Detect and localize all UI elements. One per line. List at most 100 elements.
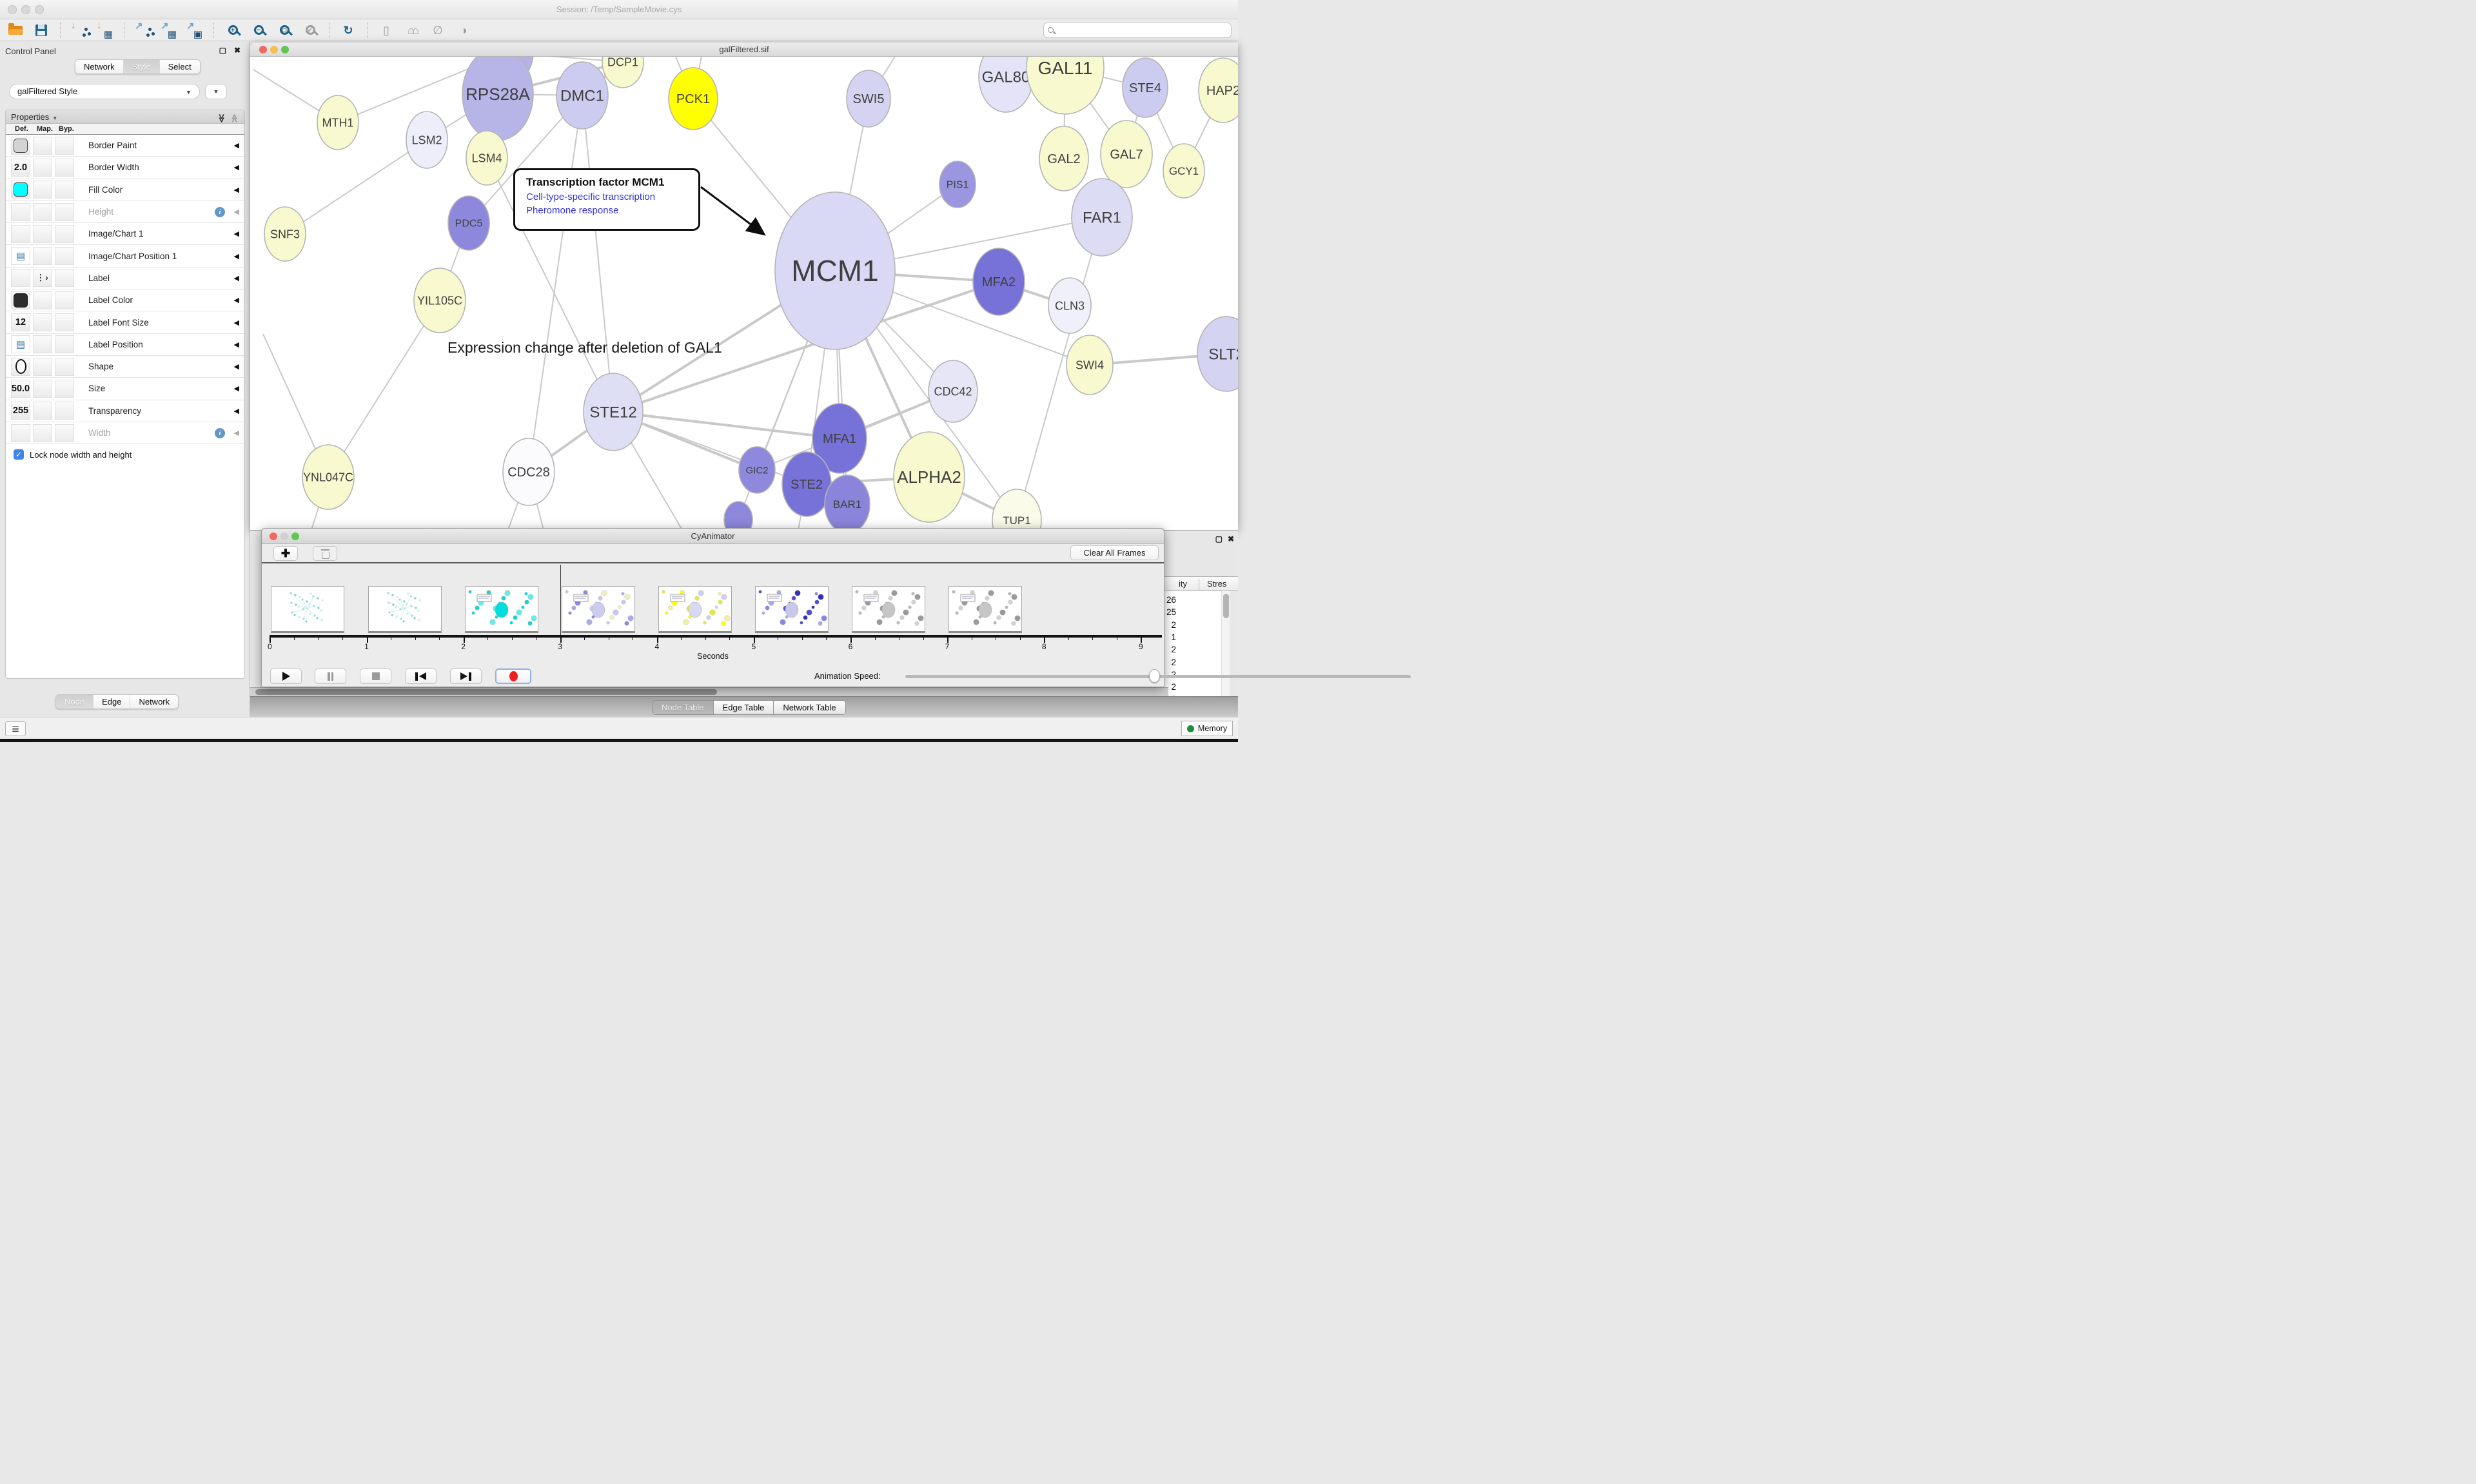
- tab-network-table[interactable]: Network Table: [774, 701, 845, 714]
- expand-row-icon[interactable]: ◀: [234, 429, 239, 437]
- table-body[interactable]: 26252122222: [1161, 591, 1228, 701]
- expand-row-icon[interactable]: ◀: [234, 274, 239, 282]
- table-vertical-scrollbar[interactable]: [1221, 591, 1230, 701]
- keyframe-thumbnail-6[interactable]: [852, 586, 925, 633]
- network-node-STE4[interactable]: STE4: [1123, 58, 1168, 117]
- network-node-CLN3[interactable]: CLN3: [1048, 278, 1091, 333]
- network-node-CDC28[interactable]: CDC28: [503, 438, 555, 505]
- go-to-start-button[interactable]: [405, 669, 437, 684]
- delete-keyframe-button[interactable]: [313, 546, 337, 561]
- expand-row-icon[interactable]: ◀: [234, 208, 239, 216]
- close-table-icon[interactable]: ✖: [1228, 534, 1234, 543]
- property-row-fill-color[interactable]: Fill Color◀: [6, 179, 244, 201]
- expand-row-icon[interactable]: ◀: [234, 407, 239, 415]
- network-node-MFA2[interactable]: MFA2: [973, 248, 1025, 315]
- tab-node[interactable]: Node: [56, 695, 93, 708]
- network-node-GAL2[interactable]: GAL2: [1039, 126, 1088, 191]
- style-selector[interactable]: galFiltered Style ▼: [9, 84, 200, 99]
- zoom-fit-icon[interactable]: ▢: [275, 21, 293, 39]
- tab-select[interactable]: Select: [160, 60, 200, 73]
- close-panel-icon[interactable]: ✖: [234, 46, 241, 55]
- search-input[interactable]: [1043, 23, 1232, 38]
- info-icon[interactable]: i: [215, 428, 225, 438]
- network-node-FAR1[interactable]: FAR1: [1072, 179, 1132, 256]
- window-minimize-icon[interactable]: [270, 46, 278, 54]
- style-options-button[interactable]: ▼: [205, 84, 227, 99]
- network-node-STE2[interactable]: STE2: [782, 452, 831, 516]
- timeline-track[interactable]: [270, 635, 1162, 638]
- default-value-swatch[interactable]: [11, 291, 30, 309]
- network-node-MCM1[interactable]: MCM1: [775, 192, 895, 349]
- property-row-width[interactable]: Widthi◀: [6, 422, 244, 444]
- network-node-PCK1[interactable]: PCK1: [669, 68, 718, 130]
- network-node-GAL80[interactable]: GAL80: [979, 57, 1033, 112]
- network-node-HAP2[interactable]: HAP2: [1199, 58, 1238, 122]
- window-close-icon[interactable]: [259, 46, 267, 54]
- window-zoom-icon[interactable]: [281, 46, 289, 54]
- network-node-RPS28A[interactable]: RPS28A: [462, 57, 533, 141]
- property-row-shape[interactable]: Shape◀: [6, 356, 244, 378]
- info-icon[interactable]: i: [215, 207, 225, 217]
- window-minimize-icon[interactable]: [280, 532, 288, 540]
- zoom-out-icon[interactable]: −: [250, 21, 268, 39]
- memory-button[interactable]: Memory: [1181, 721, 1233, 736]
- network-node-SWI5[interactable]: SWI5: [847, 70, 890, 127]
- network-node-DMC1[interactable]: DMC1: [556, 62, 608, 129]
- network-node-ALPHA2[interactable]: ALPHA2: [894, 432, 965, 522]
- keyframe-thumbnail-3[interactable]: [562, 586, 635, 633]
- annotation-link-2[interactable]: Pheromone response: [526, 205, 698, 216]
- play-button[interactable]: [270, 669, 302, 684]
- network-node-MTH1[interactable]: MTH1: [317, 95, 359, 150]
- app-minimize-button[interactable]: [21, 5, 30, 14]
- network-node-SLT2[interactable]: SLT2: [1197, 317, 1238, 391]
- app-zoom-button[interactable]: [35, 5, 44, 14]
- open-folder-icon[interactable]: [6, 21, 25, 39]
- property-row-size[interactable]: 50.0Size◀: [6, 378, 244, 400]
- annotation-link-1[interactable]: Cell-type-specific transcription: [526, 191, 698, 202]
- property-row-label-position[interactable]: ▤Label Position◀: [6, 334, 244, 356]
- network-node-NODE2[interactable]: [724, 502, 752, 530]
- table-column-headers[interactable]: ity Stres: [1161, 576, 1238, 591]
- network-edge[interactable]: [529, 95, 582, 472]
- network-node-GAL7[interactable]: GAL7: [1101, 121, 1152, 188]
- network-node-YNL047C[interactable]: YNL047C: [302, 445, 354, 509]
- export-table-icon[interactable]: ↗▦: [160, 21, 178, 39]
- refresh-icon[interactable]: ↻: [339, 21, 357, 39]
- network-node-STE12[interactable]: STE12: [584, 373, 643, 451]
- hide-details-icon[interactable]: ∅: [429, 21, 447, 39]
- expand-row-icon[interactable]: ◀: [234, 362, 239, 371]
- add-keyframe-button[interactable]: ✚: [273, 546, 298, 561]
- network-node-CDC42[interactable]: CDC42: [928, 360, 978, 422]
- network-node-DCP1[interactable]: DCP1: [602, 57, 644, 88]
- property-row-image-chart-position-1[interactable]: ▤Image/Chart Position 1◀: [6, 245, 244, 267]
- property-row-label-font-size[interactable]: 12Label Font Size◀: [6, 311, 244, 333]
- network-node-YIL105C[interactable]: YIL105C: [414, 268, 466, 333]
- property-row-transparency[interactable]: 255Transparency◀: [6, 400, 244, 422]
- tab-node-table[interactable]: Node Table: [653, 701, 714, 714]
- window-zoom-icon[interactable]: [291, 532, 299, 540]
- tab-edge[interactable]: Edge: [93, 695, 130, 708]
- export-image-icon[interactable]: ↗▣: [186, 21, 204, 39]
- export-network-icon[interactable]: ↗: [134, 21, 152, 39]
- default-value-swatch[interactable]: [11, 181, 30, 199]
- tab-style[interactable]: Style: [124, 60, 160, 73]
- group-nodes-icon[interactable]: ⌂⌂: [403, 21, 421, 39]
- window-close-icon[interactable]: [270, 532, 277, 540]
- network-node-SWI4[interactable]: SWI4: [1066, 335, 1113, 395]
- keyframe-thumbnail-0[interactable]: [271, 586, 344, 633]
- cyanimator-titlebar[interactable]: CyAnimator: [262, 529, 1164, 544]
- clear-all-frames-button[interactable]: Clear All Frames: [1070, 545, 1159, 560]
- save-icon[interactable]: [32, 21, 50, 39]
- record-button[interactable]: [495, 669, 531, 684]
- network-titlebar[interactable]: galFiltered.sif: [250, 43, 1238, 57]
- go-to-end-button[interactable]: [450, 669, 482, 684]
- app-close-button[interactable]: [8, 5, 17, 14]
- tab-edge-table[interactable]: Edge Table: [714, 701, 774, 714]
- keyframe-thumbnail-2[interactable]: [465, 586, 538, 633]
- export-document-icon[interactable]: ▯: [377, 21, 395, 39]
- expand-row-icon[interactable]: ◀: [234, 141, 239, 150]
- import-network-icon[interactable]: ↓: [70, 21, 88, 39]
- property-row-label-color[interactable]: Label Color◀: [6, 289, 244, 311]
- network-canvas[interactable]: DCP1RPS28ADMC1PCK1MTH1LSM2LSM4SWI5GAL80G…: [250, 57, 1238, 530]
- expand-row-icon[interactable]: ◀: [234, 163, 239, 171]
